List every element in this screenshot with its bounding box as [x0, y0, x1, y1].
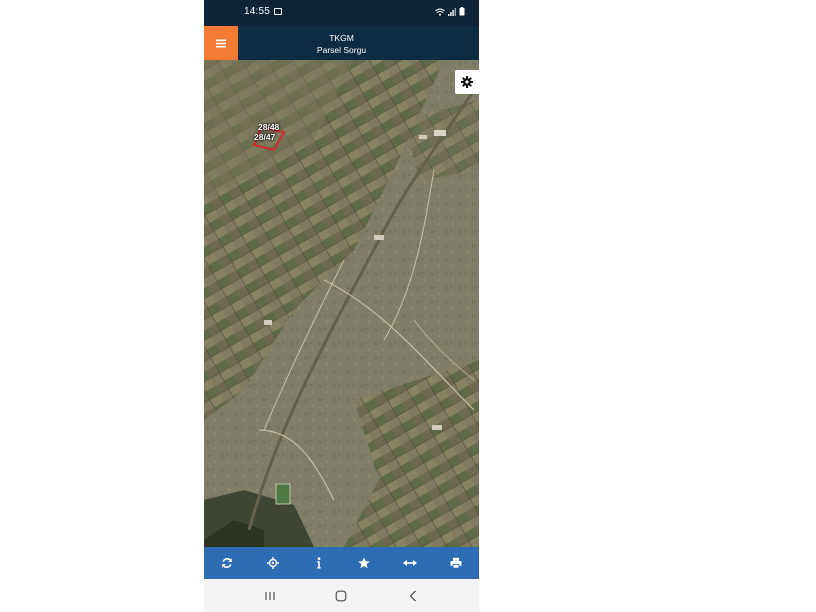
status-time: 14:55	[244, 6, 271, 17]
recent-apps-button[interactable]	[258, 584, 282, 608]
status-bar: 14:55	[204, 0, 479, 26]
home-icon	[336, 590, 347, 601]
back-button[interactable]	[401, 584, 425, 608]
refresh-icon	[222, 557, 232, 569]
refresh-button[interactable]	[204, 547, 250, 579]
phone-screen: 14:55 TKGM Parsel Sorgu 28/48 28/47	[204, 0, 479, 612]
info-icon	[316, 557, 321, 569]
favorite-button[interactable]	[341, 547, 387, 579]
image-icon	[274, 8, 282, 15]
parcel-label-28-47[interactable]: 28/47	[254, 132, 275, 142]
print-icon	[450, 557, 462, 569]
app-header: TKGM Parsel Sorgu	[204, 26, 479, 60]
satellite-imagery	[204, 60, 479, 547]
gear-icon	[461, 76, 473, 88]
map-toolbar	[204, 547, 479, 579]
system-navigation-bar	[204, 579, 479, 612]
app-subtitle: Parsel Sorgu	[316, 45, 367, 55]
parcel-label-28-48[interactable]: 28/48	[258, 122, 279, 132]
signal-icon	[448, 7, 456, 16]
info-button[interactable]	[296, 547, 342, 579]
measure-button[interactable]	[387, 547, 433, 579]
home-button[interactable]	[329, 584, 353, 608]
locate-button[interactable]	[250, 547, 296, 579]
locate-icon	[266, 557, 279, 569]
app-title: TKGM	[329, 33, 354, 43]
status-icons	[435, 7, 465, 16]
measure-icon	[403, 560, 418, 566]
print-button[interactable]	[433, 547, 479, 579]
recent-apps-icon	[265, 591, 275, 600]
battery-icon	[459, 7, 465, 16]
satellite-map[interactable]: 28/48 28/47	[204, 60, 479, 547]
star-icon	[358, 557, 371, 569]
settings-button[interactable]	[455, 70, 479, 94]
back-icon	[409, 590, 417, 601]
wifi-icon	[435, 8, 445, 16]
